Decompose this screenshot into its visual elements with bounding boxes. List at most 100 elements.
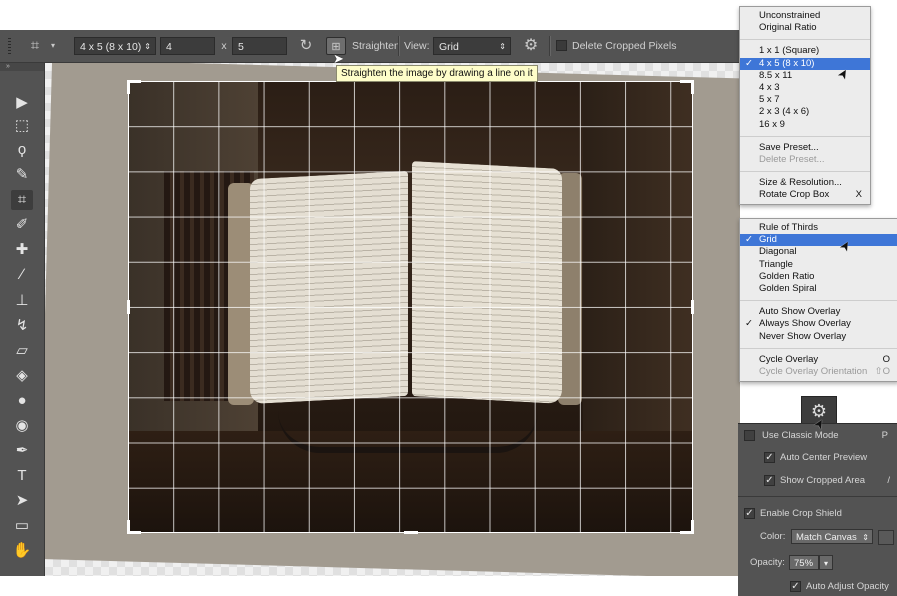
auto-adjust-opacity-checkbox[interactable]: ✓ [790,581,801,592]
shield-color-value: Match Canvas [796,532,857,543]
use-classic-mode-option[interactable]: Use Classic Mode P [744,429,894,443]
mouse-pointer-icon: ➤ [333,51,344,66]
preset-picker-arrow-icon[interactable]: ▾ [48,37,58,55]
overlay-menu-item[interactable]: ✓ Grid [740,234,897,247]
ratio-menu-item[interactable]: Save Preset... [740,142,870,154]
show-cropped-area-shortcut: / [887,475,890,486]
ratio-menu-item[interactable]: 5 x 7 [740,94,870,106]
overlay-menu-item[interactable]: Golden Ratio [740,271,897,283]
pen-tool-icon[interactable]: ✒ [11,441,33,461]
opacity-input[interactable]: 75% [789,555,819,570]
view-overlay-select[interactable]: Grid ⇕ [433,37,511,55]
ratio-menu-item[interactable]: 16 x 9 [740,119,870,131]
crop-handle-right[interactable] [691,300,694,314]
overlay-menu-item[interactable]: Golden Spiral [740,283,897,295]
paint-bucket-tool-icon[interactable]: ◈ [11,366,33,386]
opacity-label: Opacity: [750,557,785,568]
eyedropper-tool-icon[interactable]: ✐ [11,215,33,235]
show-cropped-area-label: Show Cropped Area [780,475,866,486]
brush-tool-icon[interactable]: ∕ [11,265,33,285]
show-cropped-area-option[interactable]: ✓ Show Cropped Area / [764,474,894,488]
auto-center-preview-checkbox[interactable]: ✓ [764,452,775,463]
overlay-menu-item[interactable]: Never Show Overlay [740,331,897,343]
overlay-menu-item-label: Golden Spiral [759,282,817,294]
overlay-menu-item[interactable]: Rule of Thirds [740,222,897,234]
healing-brush-tool-icon[interactable]: ✚ [11,240,33,260]
clone-stamp-tool-icon[interactable]: ⊥ [11,291,33,311]
type-tool-icon[interactable]: T [11,466,33,486]
height-ratio-input[interactable]: 5 [232,37,287,55]
shield-color-swatch[interactable] [878,530,894,545]
lasso-tool-icon[interactable]: ϙ [11,140,33,160]
use-classic-mode-checkbox[interactable] [744,430,755,441]
quick-selection-tool-icon[interactable]: ✎ [11,165,33,185]
ratio-menu-item[interactable]: 2 x 3 (4 x 6) [740,106,870,118]
move-tool-icon[interactable]: ▶ [11,93,33,113]
crop-handle-left[interactable] [127,300,130,314]
menu-shortcut: ⇧O [874,365,890,377]
straighten-tooltip: Straighten the image by drawing a line o… [336,65,538,82]
enable-crop-shield-option[interactable]: ✓ Enable Crop Shield [744,507,894,521]
menu-shortcut: X [855,189,862,201]
checkmark-icon: ✓ [745,57,753,69]
overlay-menu-item-label: Diagonal [759,246,797,258]
overlay-menu-item-label: Never Show Overlay [759,330,847,342]
ratio-menu-item[interactable]: ✓ 4 x 5 (8 x 10) [740,57,870,70]
width-ratio-input[interactable]: 4 [160,37,215,55]
straighten-label: Straighten [352,40,400,52]
ratio-menu-item-label: Delete Preset... [759,153,825,165]
ratio-menu-item-label: 1 x 1 (Square) [759,45,820,57]
crop-tool-preset-icon[interactable]: ⌗ [24,37,46,55]
shield-color-select[interactable]: Match Canvas ⇕ [791,529,873,544]
delete-cropped-pixels-label: Delete Cropped Pixels [572,40,677,52]
ratio-menu-item[interactable]: Original Ratio [740,22,870,34]
overlay-menu-item[interactable]: Diagonal [740,246,897,258]
ratio-menu-item[interactable]: 1 x 1 (Square) [740,45,870,57]
options-bar: ⌗ ▾ 4 x 5 (8 x 10) ⇕ 4 x 5 ↻ ⊞ Straighte… [0,30,740,63]
overlay-menu-item: Cycle Overlay Orientation ⇧O [740,366,897,378]
hand-tool-icon[interactable]: ✋ [11,541,33,561]
overlay-menu-item[interactable]: Auto Show Overlay [740,306,897,318]
gear-icon[interactable]: ⚙ [520,37,542,55]
ratio-menu-item-label: Unconstrained [759,10,821,21]
path-selection-tool-icon[interactable]: ➤ [11,491,33,511]
auto-adjust-opacity-option[interactable]: ✓ Auto Adjust Opacity [790,580,894,594]
enable-crop-shield-label: Enable Crop Shield [760,508,842,519]
rectangle-tool-icon[interactable]: ▭ [11,516,33,536]
ratio-preset-select[interactable]: 4 x 5 (8 x 10) ⇕ [74,37,156,55]
ratio-menu-item[interactable]: Size & Resolution... [740,177,870,189]
blur-tool-icon[interactable]: ● [11,391,33,411]
overlay-menu-item[interactable]: Cycle Overlay O [740,354,897,366]
overlay-menu-item[interactable]: Triangle [740,259,897,271]
overlay-menu-item-label: Rule of Thirds [759,222,818,233]
swap-dimensions-icon[interactable]: ↻ [296,37,316,55]
select-arrows-icon: ⇕ [144,42,151,51]
ratio-menu-item[interactable]: 4 x 3 [740,82,870,94]
overlay-menu-item-label: Golden Ratio [759,270,815,282]
show-cropped-area-checkbox[interactable]: ✓ [764,475,775,486]
overlay-menu-item-label: Cycle Overlay Orientation [759,365,868,377]
menu-divider [740,171,870,173]
history-brush-tool-icon[interactable]: ↯ [11,316,33,336]
menu-divider [740,135,870,137]
overlay-menu-item-label: Auto Show Overlay [759,306,841,318]
marquee-tool-icon[interactable]: ⬚ [11,116,33,136]
menu-divider [740,39,870,41]
dodge-tool-icon[interactable]: ◉ [11,416,33,436]
ratio-menu-item-label: 2 x 3 (4 x 6) [759,106,810,118]
overlay-menu-item[interactable]: ✓ Always Show Overlay [740,318,897,330]
crop-box[interactable] [127,80,694,534]
crop-tool-icon[interactable]: ⌗ [11,190,33,210]
options-bar-grip[interactable] [8,38,11,54]
ratio-menu-item[interactable]: Rotate Crop Box X [740,189,870,201]
opacity-dropdown-arrow-icon[interactable]: ▾ [819,555,833,570]
collapse-panel-icon[interactable]: » [0,63,44,71]
enable-crop-shield-checkbox[interactable]: ✓ [744,508,755,519]
crop-handle-bottom[interactable] [404,531,418,534]
eraser-tool-icon[interactable]: ▱ [11,341,33,361]
ratio-menu-item[interactable]: Unconstrained [740,10,870,22]
crop-settings-panel: Use Classic Mode P ✓ Auto Center Preview… [738,423,897,596]
document-canvas[interactable] [45,63,740,576]
delete-cropped-pixels-checkbox[interactable] [556,40,567,51]
auto-center-preview-option[interactable]: ✓ Auto Center Preview [764,451,894,465]
